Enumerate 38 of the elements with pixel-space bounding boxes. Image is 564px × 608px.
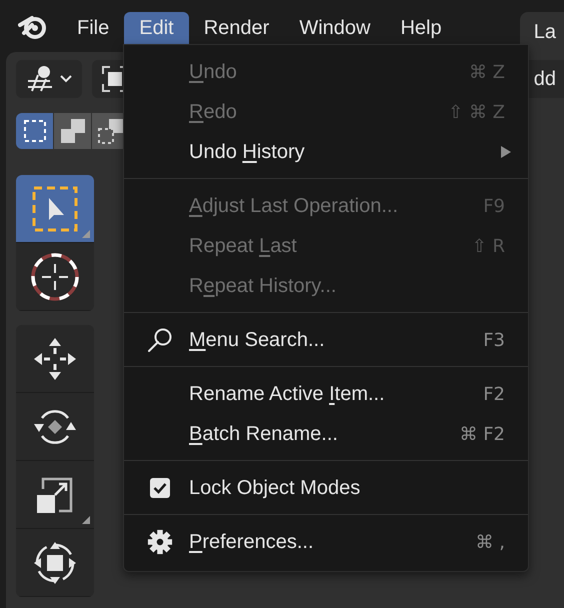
menu-item[interactable]: Help: [385, 12, 457, 50]
menu-entry[interactable]: Menu Search... F3: [124, 320, 528, 360]
submenu-arrow-icon: [501, 146, 511, 158]
shortcut-label: ⌘ ,: [476, 530, 505, 554]
shortcut-label: F9: [483, 194, 505, 218]
menu-item[interactable]: Render: [188, 12, 284, 50]
menu-entry[interactable]: Preferences... ⌘ ,: [124, 522, 528, 562]
checkbox[interactable]: [150, 478, 170, 498]
select-mode-button[interactable]: [54, 113, 92, 149]
select-extend-icon: [58, 117, 86, 145]
search-icon: [147, 327, 173, 353]
menu-entry[interactable]: Batch Rename... ⌘ F2: [124, 414, 528, 454]
menu-item[interactable]: Window: [284, 12, 386, 50]
chevron-down-icon: [60, 75, 72, 83]
select-box-icon: [32, 186, 78, 232]
cursor-icon: [30, 252, 80, 302]
move-arrows-icon: [32, 336, 78, 382]
menu-item[interactable]: File: [62, 12, 124, 50]
check-icon: [153, 482, 167, 494]
shortcut-label: ⇧ ⌘ Z: [448, 100, 505, 124]
transform-icon: [32, 540, 78, 586]
select-new-icon: [22, 119, 46, 143]
menu-entry[interactable]: Undo History: [124, 132, 528, 172]
shortcut-label: F3: [483, 328, 505, 352]
shortcut-label: ⌘ F2: [459, 422, 505, 446]
menu-entry[interactable]: Rename Active Item... F2: [124, 374, 528, 414]
corner-triangle-icon: [82, 230, 90, 238]
shortcut-label: ⌘ Z: [468, 60, 505, 84]
logo-icon[interactable]: [18, 13, 48, 39]
corner-triangle-icon: [82, 516, 90, 524]
shortcut-label: ⇧ R: [472, 234, 505, 258]
select-subtract-icon: [96, 117, 124, 145]
settings-icon: [147, 528, 173, 556]
workspace-tab[interactable]: La: [520, 12, 564, 52]
view-object-types-button[interactable]: [16, 60, 82, 98]
select-mode-button[interactable]: [16, 113, 54, 149]
menu-entry[interactable]: Lock Object Modes: [124, 468, 528, 508]
shortcut-label: F2: [483, 382, 505, 406]
